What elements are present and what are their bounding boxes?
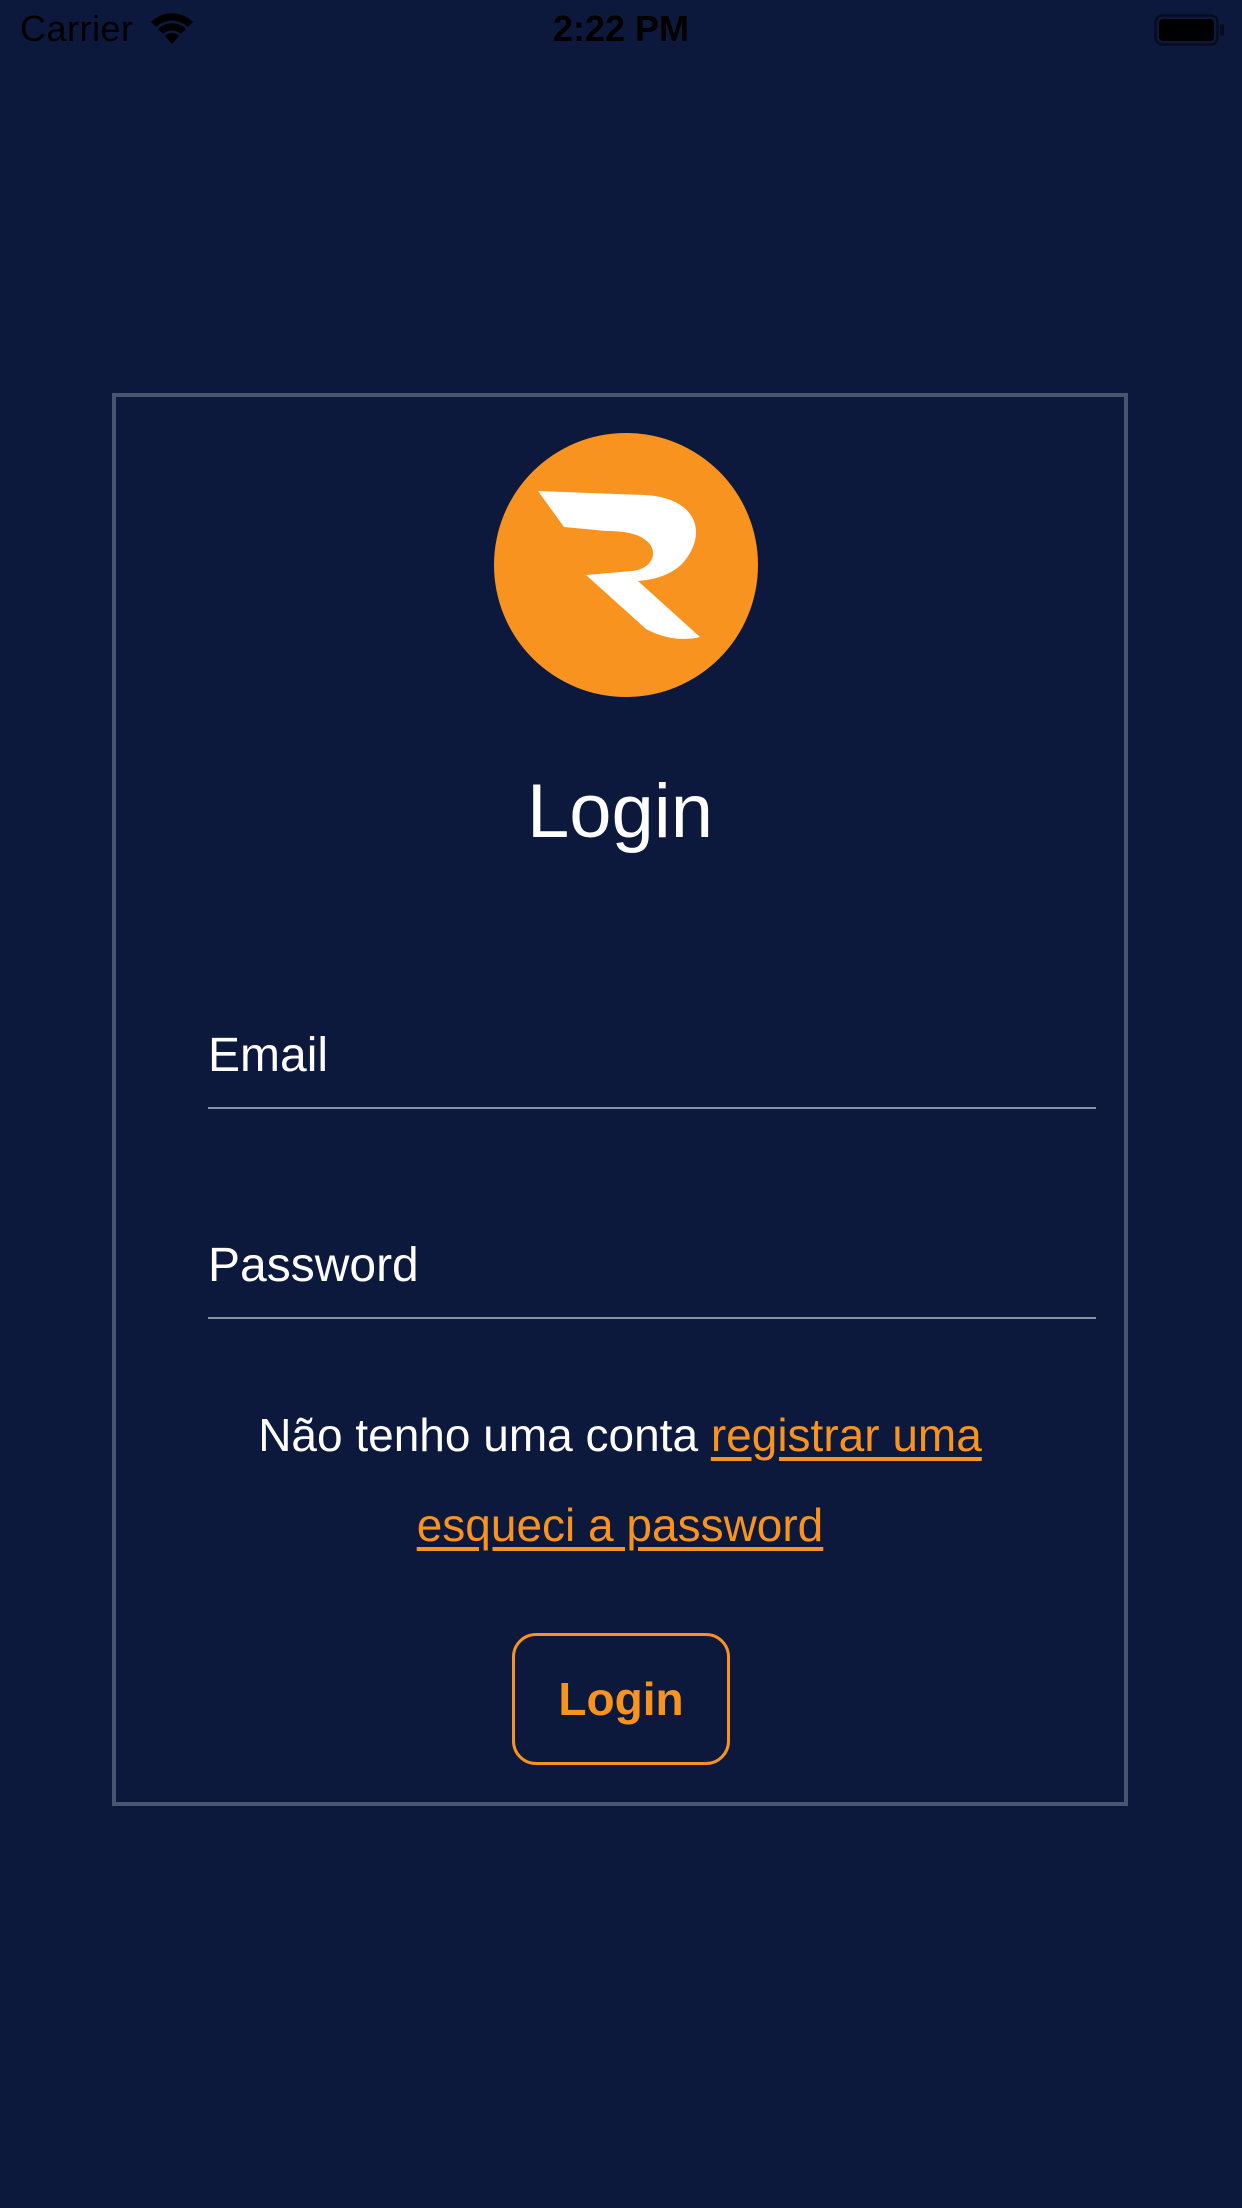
register-link[interactable]: registrar uma: [711, 1409, 982, 1461]
password-input[interactable]: [208, 1235, 1096, 1295]
brand-logo: [494, 433, 758, 697]
email-field: [208, 997, 1096, 1109]
password-field: [208, 1207, 1096, 1319]
battery-icon: [1154, 14, 1224, 46]
forgot-row: esqueci a password: [116, 1497, 1124, 1553]
status-bar: Carrier 2:22 PM: [0, 0, 1242, 62]
forgot-password-link[interactable]: esqueci a password: [417, 1499, 824, 1551]
email-input[interactable]: [208, 1025, 1096, 1085]
login-button[interactable]: Login: [512, 1633, 730, 1765]
register-prompt: Não tenho uma conta: [258, 1409, 711, 1461]
login-card: Login Não tenho uma conta registrar uma …: [112, 393, 1128, 1806]
register-row: Não tenho uma conta registrar uma: [116, 1407, 1124, 1463]
page-title: Login: [527, 769, 713, 854]
status-time: 2:22 PM: [552, 8, 690, 49]
